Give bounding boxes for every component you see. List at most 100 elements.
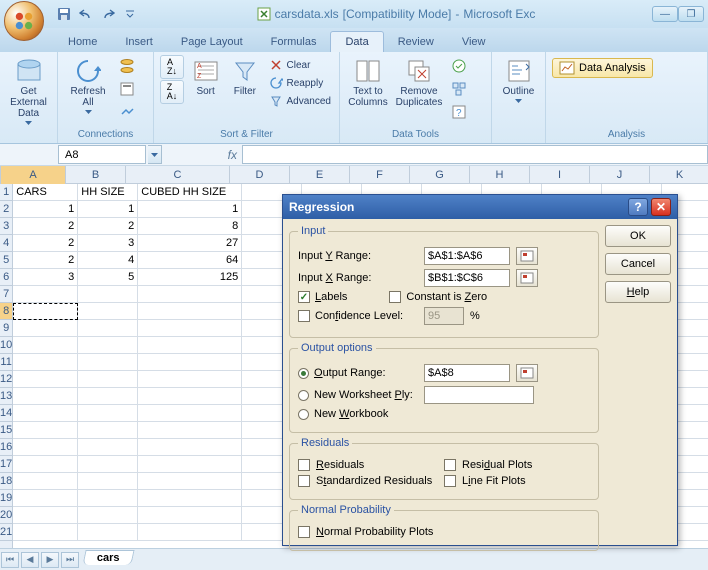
cell[interactable]: 3 bbox=[13, 269, 78, 286]
constant-zero-checkbox[interactable] bbox=[389, 291, 401, 303]
cell[interactable] bbox=[138, 320, 242, 337]
cancel-button[interactable]: Cancel bbox=[605, 253, 671, 275]
cell[interactable] bbox=[138, 337, 242, 354]
col-header-K[interactable]: K bbox=[650, 166, 708, 184]
advanced-filter-button[interactable]: Advanced bbox=[267, 93, 333, 109]
tab-insert[interactable]: Insert bbox=[111, 32, 167, 52]
row-header-10[interactable]: 10 bbox=[0, 337, 12, 354]
cell[interactable]: 2 bbox=[13, 218, 78, 235]
properties-button[interactable] bbox=[116, 78, 138, 100]
qat-customize-icon[interactable] bbox=[120, 4, 140, 24]
sheet-tab-active[interactable]: cars bbox=[82, 550, 134, 565]
row-header-7[interactable]: 7 bbox=[0, 286, 12, 303]
refresh-all-button[interactable]: Refresh All bbox=[64, 55, 112, 117]
tab-home[interactable]: Home bbox=[54, 32, 111, 52]
cell[interactable] bbox=[138, 354, 242, 371]
outline-button[interactable]: Outline bbox=[498, 55, 539, 106]
sort-desc-button[interactable]: ZA↓ bbox=[160, 80, 184, 104]
cell[interactable]: HH SIZE bbox=[78, 184, 138, 201]
minimize-button[interactable]: — bbox=[652, 6, 678, 22]
cell[interactable] bbox=[138, 303, 242, 320]
cell[interactable]: 2 bbox=[78, 218, 138, 235]
cell[interactable] bbox=[138, 473, 242, 490]
cell[interactable] bbox=[138, 456, 242, 473]
row-header-18[interactable]: 18 bbox=[0, 473, 12, 490]
cell[interactable] bbox=[78, 303, 138, 320]
cell[interactable] bbox=[78, 507, 138, 524]
cell[interactable] bbox=[138, 524, 242, 541]
new-worksheet-input[interactable] bbox=[424, 386, 534, 404]
output-range-radio[interactable] bbox=[298, 368, 309, 379]
cell[interactable] bbox=[78, 371, 138, 388]
cell[interactable] bbox=[78, 439, 138, 456]
cell[interactable] bbox=[13, 286, 78, 303]
row-header-6[interactable]: 6 bbox=[0, 269, 12, 286]
cell[interactable]: 64 bbox=[138, 252, 242, 269]
cell[interactable]: 1 bbox=[13, 201, 78, 218]
cell[interactable] bbox=[13, 354, 78, 371]
col-header-E[interactable]: E bbox=[290, 166, 350, 184]
col-header-A[interactable]: A bbox=[1, 166, 66, 184]
labels-checkbox[interactable]: ✓ bbox=[298, 291, 310, 303]
text-to-columns-button[interactable]: Text to Columns bbox=[346, 55, 390, 111]
col-header-I[interactable]: I bbox=[530, 166, 590, 184]
undo-icon[interactable] bbox=[76, 4, 96, 24]
new-worksheet-radio[interactable] bbox=[298, 390, 309, 401]
clear-filter-button[interactable]: Clear bbox=[267, 57, 333, 73]
tab-review[interactable]: Review bbox=[384, 32, 448, 52]
cell[interactable] bbox=[78, 473, 138, 490]
name-box-dropdown[interactable] bbox=[148, 145, 162, 164]
sheet-nav-next[interactable]: ▶ bbox=[41, 552, 59, 568]
cell[interactable] bbox=[13, 422, 78, 439]
cell[interactable] bbox=[13, 507, 78, 524]
cell[interactable]: 5 bbox=[78, 269, 138, 286]
cell[interactable] bbox=[13, 405, 78, 422]
reapply-button[interactable]: Reapply bbox=[267, 75, 333, 91]
edit-links-button[interactable] bbox=[116, 101, 138, 123]
tab-formulas[interactable]: Formulas bbox=[257, 32, 331, 52]
save-icon[interactable] bbox=[54, 4, 74, 24]
row-header-2[interactable]: 2 bbox=[0, 201, 12, 218]
cell[interactable] bbox=[78, 456, 138, 473]
redo-icon[interactable] bbox=[98, 4, 118, 24]
cell[interactable]: 1 bbox=[138, 201, 242, 218]
cell[interactable]: 4 bbox=[78, 252, 138, 269]
normal-prob-checkbox[interactable] bbox=[298, 526, 310, 538]
column-headers[interactable]: ABCDEFGHIJK bbox=[1, 166, 708, 184]
sort-button[interactable]: AZSort bbox=[188, 55, 223, 100]
row-headers[interactable]: 123456789101112131415161718192021 bbox=[0, 184, 13, 566]
cell[interactable] bbox=[138, 388, 242, 405]
output-range-refpicker[interactable] bbox=[516, 364, 538, 382]
cell[interactable] bbox=[78, 337, 138, 354]
row-header-11[interactable]: 11 bbox=[0, 354, 12, 371]
connections-button[interactable] bbox=[116, 55, 138, 77]
col-header-H[interactable]: H bbox=[470, 166, 530, 184]
what-if-button[interactable]: ? bbox=[448, 101, 470, 123]
row-header-14[interactable]: 14 bbox=[0, 405, 12, 422]
cell[interactable]: 125 bbox=[138, 269, 242, 286]
input-x-range[interactable] bbox=[424, 269, 510, 287]
row-header-16[interactable]: 16 bbox=[0, 439, 12, 456]
cell[interactable] bbox=[138, 439, 242, 456]
cell[interactable] bbox=[13, 524, 78, 541]
residual-plots-checkbox[interactable] bbox=[444, 459, 456, 471]
cell[interactable]: 8 bbox=[138, 218, 242, 235]
cell[interactable] bbox=[78, 524, 138, 541]
row-header-17[interactable]: 17 bbox=[0, 456, 12, 473]
cell[interactable] bbox=[13, 473, 78, 490]
dialog-close-button[interactable]: ✕ bbox=[651, 198, 671, 216]
cell[interactable] bbox=[13, 303, 78, 320]
cell[interactable]: 3 bbox=[78, 235, 138, 252]
fx-icon[interactable]: fx bbox=[228, 148, 237, 162]
y-range-refpicker[interactable] bbox=[516, 247, 538, 265]
cell[interactable] bbox=[138, 507, 242, 524]
tab-view[interactable]: View bbox=[448, 32, 500, 52]
formula-bar[interactable] bbox=[242, 145, 708, 164]
consolidate-button[interactable] bbox=[448, 78, 470, 100]
cell[interactable]: CARS bbox=[13, 184, 78, 201]
cell[interactable]: 2 bbox=[13, 252, 78, 269]
std-residuals-checkbox[interactable] bbox=[298, 475, 310, 487]
cell[interactable] bbox=[13, 320, 78, 337]
cell[interactable] bbox=[78, 422, 138, 439]
restore-button[interactable]: ❐ bbox=[678, 6, 704, 22]
